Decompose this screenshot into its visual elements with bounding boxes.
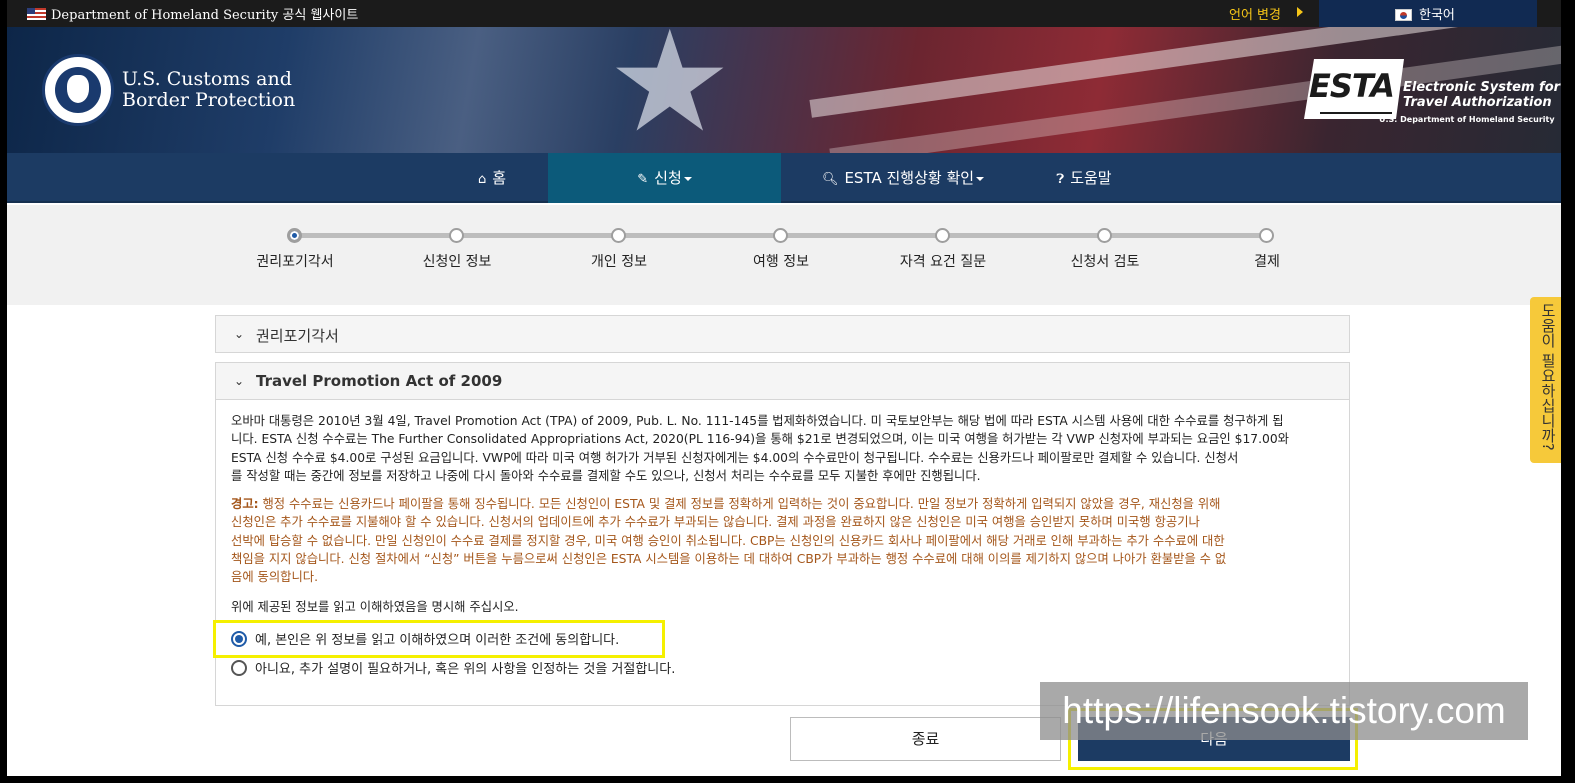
- nav-item-apply[interactable]: ✎ 신청: [548, 153, 781, 203]
- step-dot: [1259, 228, 1274, 243]
- step-dot: [449, 228, 464, 243]
- radio-label: 아니요, 추가 설명이 필요하거나, 혹은 위의 사항을 인정하는 것을 거절합…: [255, 662, 676, 677]
- help-side-tab[interactable]: 도움이 필요하십니까?: [1530, 297, 1561, 463]
- chevron-down-icon: ⌄: [234, 374, 245, 388]
- step-eligibility: 자격 요건 질문: [868, 205, 1018, 305]
- caret-down-icon: [976, 176, 985, 181]
- pencil-icon: ✎: [637, 172, 649, 187]
- agency-name-line2: Border Protection: [122, 89, 296, 111]
- paragraph-line: 오바마 대통령은 2010년 3월 4일, Travel Promotion A…: [231, 414, 1284, 428]
- paragraph-line: ESTA 신청 수수료 $4.00로 구성된 요금입니다. VWP에 따라 미국…: [231, 450, 1239, 465]
- paragraph-line: 경고: 행정 수수료는 신용카드나 페이팔을 통해 징수됩니다. 모든 신청인이…: [231, 495, 1334, 513]
- step-payment: 결제: [1192, 205, 1342, 305]
- nav-label: 신청: [654, 169, 682, 187]
- esta-subtitle-line2: Travel Authorization: [1403, 95, 1552, 110]
- radio-button[interactable]: [231, 659, 247, 676]
- triangle-right-icon: [1297, 7, 1303, 17]
- accordion-title: 권리포기각서: [256, 327, 339, 345]
- accordion-tpa-header[interactable]: ⌄ Travel Promotion Act of 2009: [215, 362, 1350, 400]
- warning-label: 경고:: [231, 497, 259, 511]
- paragraph-line: 를 작성할 때는 중간에 정보를 저장하고 나중에 다시 돌아와 수수료를 결제…: [231, 468, 981, 483]
- language-change-link[interactable]: 언어 변경: [1229, 4, 1281, 23]
- language-selector[interactable]: 한국어: [1319, 0, 1537, 27]
- us-flag-icon: [27, 8, 46, 20]
- header-banner: ★ U.S. Customs and Border Protection EST…: [7, 27, 1561, 153]
- confirm-prompt: 위에 제공된 정보를 읽고 이해하였음을 명시해 주십시오.: [231, 600, 519, 614]
- step-review: 신청서 검토: [1030, 205, 1180, 305]
- esta-dept-text: U.S. Department of Homeland Security: [1379, 115, 1555, 124]
- paragraph-line: 신청인은 추가 수수료를 지불해야 할 수 있습니다. 신청서의 업데이트에 추…: [231, 515, 1200, 530]
- cbp-logo-text[interactable]: U.S. Customs and Border Protection: [122, 69, 295, 111]
- nav-item-check-status[interactable]: 🔍︎ ESTA 진행상황 확인: [803, 153, 1003, 203]
- step-label: 신청인 정보: [422, 254, 492, 270]
- step-label: 결제: [1254, 254, 1280, 270]
- step-dot: [287, 228, 302, 243]
- agency-name-line1: U.S. Customs and: [122, 68, 292, 90]
- search-icon: 🔍︎: [821, 172, 839, 187]
- esta-subtitle-line1: Electronic System for: [1403, 80, 1561, 95]
- step-label: 권리포기각서: [256, 254, 334, 270]
- korea-flag-icon: [1395, 9, 1412, 21]
- esta-logo-text: ESTA: [1309, 67, 1395, 105]
- step-dot: [935, 228, 950, 243]
- exit-button[interactable]: 종료: [790, 717, 1061, 761]
- home-icon: ⌂: [477, 172, 487, 187]
- gov-banner-bar: Department of Homeland Security 공식 웹사이트 …: [7, 0, 1561, 27]
- nav-item-home[interactable]: ⌂ 홈: [437, 153, 547, 203]
- caret-down-icon: [683, 176, 692, 181]
- step-travel-info: 여행 정보: [706, 205, 856, 305]
- main-nav: ⌂ 홈 ✎ 신청 🔍︎ ESTA 진행상황 확인 ❓︎ 도움말: [7, 153, 1561, 203]
- tpa-description: 오바마 대통령은 2010년 3월 4일, Travel Promotion A…: [231, 412, 1334, 485]
- nav-label: ESTA 진행상황 확인: [844, 169, 975, 187]
- step-label: 신청서 검토: [1070, 254, 1140, 270]
- step-applicant-info: 신청인 정보: [382, 205, 532, 305]
- warning-text: 행정 수수료는 신용카드나 페이팔을 통해 징수됩니다. 모든 신청인이 EST…: [258, 497, 1221, 511]
- step-label: 여행 정보: [753, 254, 809, 270]
- nav-item-help[interactable]: ❓︎ 도움말: [1029, 153, 1139, 203]
- browser-page: Department of Homeland Security 공식 웹사이트 …: [7, 0, 1561, 776]
- step-waiver: 권리포기각서: [220, 205, 370, 305]
- official-site-text: Department of Homeland Security 공식 웹사이트: [51, 8, 359, 23]
- progress-stepper: 권리포기각서 신청인 정보 개인 정보 여행 정보 자격 요건 질문 신청서 검…: [7, 205, 1561, 305]
- current-language: 한국어: [1419, 8, 1455, 23]
- paragraph-line: 선박에 탑승할 수 없습니다. 만일 신청인이 수수료 결제를 정지할 경우, …: [231, 533, 1225, 548]
- watermark-text: https://lifensook.tistory.com: [1040, 682, 1528, 740]
- nav-label: 도움말: [1070, 169, 1112, 187]
- star-decoration-icon: ★: [607, 27, 733, 153]
- accordion-title: Travel Promotion Act of 2009: [256, 372, 503, 390]
- accordion-waiver-header[interactable]: ⌄ 권리포기각서: [215, 315, 1350, 353]
- step-label: 개인 정보: [591, 254, 647, 270]
- step-dot: [773, 228, 788, 243]
- paragraph-line: 니다. ESTA 신청 수수료는 The Further Consolidate…: [231, 432, 1289, 447]
- nav-label: 홈: [492, 169, 507, 187]
- chevron-down-icon: ⌄: [234, 327, 245, 341]
- paragraph-line: 책임을 지지 않습니다. 신청 절차에서 “신청” 버튼을 누름으로써 신청인은…: [231, 551, 1227, 566]
- esta-subtitle: Electronic System for Travel Authorizati…: [1403, 80, 1560, 110]
- accordion-tpa-body: 오바마 대통령은 2010년 3월 4일, Travel Promotion A…: [215, 400, 1350, 706]
- fee-warning: 경고: 행정 수수료는 신용카드나 페이팔을 통해 징수됩니다. 모든 신청인이…: [231, 495, 1334, 586]
- step-label: 자격 요건 질문: [899, 254, 987, 270]
- question-circle-icon: ❓︎: [1056, 172, 1065, 187]
- paragraph-line: 음에 동의합니다.: [231, 570, 319, 585]
- step-personal-info: 개인 정보: [544, 205, 694, 305]
- highlight-box-yes: [213, 620, 665, 658]
- help-tab-label: 도움이 필요하십니까?: [1539, 303, 1557, 451]
- step-dot: [1097, 228, 1112, 243]
- dhs-seal-logo[interactable]: [42, 54, 114, 126]
- radio-agree-no[interactable]: 아니요, 추가 설명이 필요하거나, 혹은 위의 사항을 인정하는 것을 거절합…: [231, 658, 675, 677]
- step-dot: [611, 228, 626, 243]
